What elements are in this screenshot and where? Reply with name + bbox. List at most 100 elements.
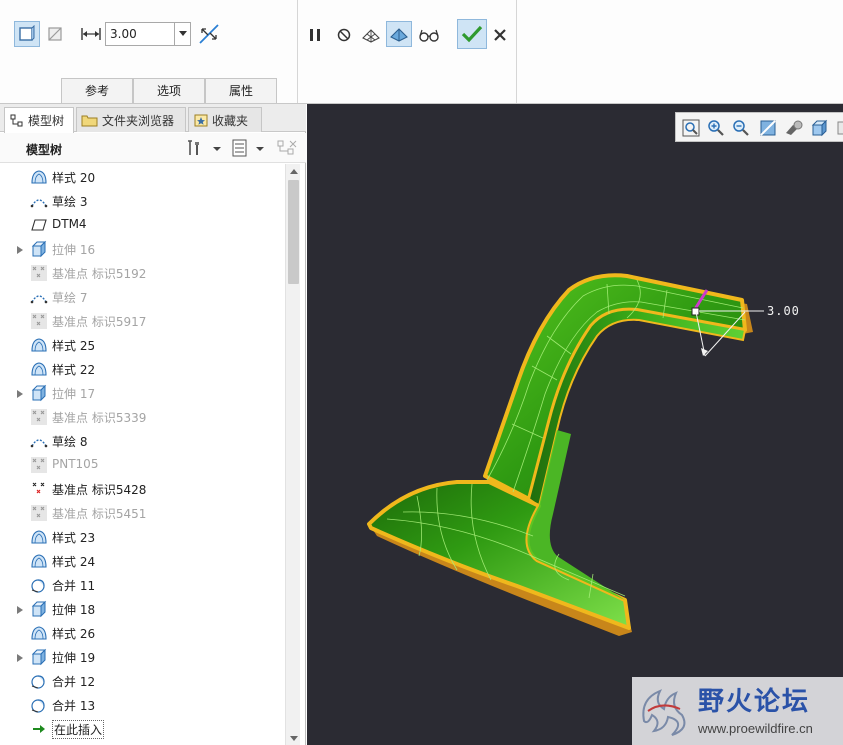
- insert-here-marker[interactable]: 在此插入: [0, 717, 284, 741]
- tree-item-label: 样式 20: [52, 171, 96, 185]
- style-icon: [30, 168, 48, 186]
- flip-direction-icon: [199, 24, 219, 44]
- watermark-url: www.proewildfire.cn: [698, 721, 813, 736]
- tree-item[interactable]: DTM4: [0, 213, 284, 237]
- tree-item[interactable]: 合并 11: [0, 573, 284, 597]
- tree-item-label: 草绘 3: [52, 195, 88, 209]
- expand-arrow-icon[interactable]: [16, 388, 24, 398]
- tree-item[interactable]: 草绘 3: [0, 189, 284, 213]
- tree-item[interactable]: 合并 13: [0, 693, 284, 717]
- tree-item[interactable]: 基准点 标识5428: [0, 477, 284, 501]
- style-icon: [30, 624, 48, 642]
- tree-item-label: 合并 13: [52, 699, 96, 713]
- flip-direction-button[interactable]: [196, 21, 222, 47]
- solid-icon: [19, 25, 35, 41]
- tree-item-label: 样式 26: [52, 627, 96, 641]
- tree-settings-button[interactable]: [187, 139, 223, 157]
- tree-item[interactable]: 基准点 标识5451: [0, 501, 284, 525]
- tab-favorites[interactable]: 收藏夹: [188, 107, 262, 132]
- flame-logo-icon: [642, 689, 686, 736]
- tree-item[interactable]: 合并 12: [0, 669, 284, 693]
- tree-item[interactable]: 样式 23: [0, 525, 284, 549]
- tree-item-label: 合并 12: [52, 675, 96, 689]
- navigator-panel: 模型树 文件夹浏览器 收藏夹 模型树 样式 20 草绘 3 DTM4 拉伸 16…: [0, 104, 306, 745]
- tree-filter-button[interactable]: [276, 139, 298, 157]
- cancel-button[interactable]: [487, 22, 513, 48]
- tree-item[interactable]: 样式 25: [0, 333, 284, 357]
- tree-item[interactable]: 草绘 7: [0, 285, 284, 309]
- tools-icon: [188, 140, 221, 155]
- preview-mesh-icon: [362, 29, 380, 43]
- style-icon: [30, 336, 48, 354]
- tree-item[interactable]: 样式 20: [0, 165, 284, 189]
- watermark-logo: 野火论坛 www.proewildfire.cn: [632, 677, 843, 745]
- tree-scrollbar[interactable]: [285, 164, 300, 745]
- model-tree-icon: [10, 114, 23, 126]
- pause-button[interactable]: [302, 22, 328, 48]
- tab-favorites-label: 收藏夹: [212, 113, 249, 128]
- remove-material-button[interactable]: [42, 21, 68, 47]
- tree-item[interactable]: 草绘 8: [0, 429, 284, 453]
- tree-item-label: 基准点 标识5917: [52, 315, 147, 329]
- verify-preview-button[interactable]: [386, 21, 412, 47]
- tree-item[interactable]: 基准点 标识5917: [0, 309, 284, 333]
- thicken-dashboard: 参考 选项 属性: [0, 0, 843, 104]
- tree-item[interactable]: 基准点 标识5192: [0, 261, 284, 285]
- scroll-thumb[interactable]: [288, 180, 299, 284]
- thickness-dropdown-button[interactable]: [175, 22, 191, 46]
- tab-options[interactable]: 选项: [133, 78, 205, 103]
- tree-item-label: 拉伸 18: [52, 603, 96, 617]
- expand-arrow-icon[interactable]: [16, 604, 24, 614]
- thickness-input[interactable]: [105, 22, 175, 46]
- datum-plane-icon: [30, 216, 48, 234]
- tree-item[interactable]: 拉伸 17: [0, 381, 284, 405]
- tree-item-label: 草绘 7: [52, 291, 88, 305]
- tree-item-label: 拉伸 17: [52, 387, 96, 401]
- tree-show-button[interactable]: [231, 139, 267, 157]
- chevron-up-icon: [289, 168, 298, 174]
- scroll-down-button[interactable]: [286, 731, 301, 745]
- tab-model-tree-label: 模型树: [28, 114, 65, 128]
- remove-material-icon: [48, 27, 62, 41]
- expand-arrow-icon[interactable]: [16, 244, 24, 254]
- graphics-window[interactable]: 3.00 野火论坛 www.proewildfire.cn: [307, 104, 843, 745]
- tab-model-tree[interactable]: 模型树: [4, 107, 74, 133]
- expand-arrow-icon[interactable]: [16, 652, 24, 662]
- insert-here-icon: [30, 720, 48, 738]
- glasses-icon: [419, 29, 439, 42]
- separate-preview-button[interactable]: [358, 22, 384, 48]
- style-icon: [30, 528, 48, 546]
- no-preview-button[interactable]: [331, 22, 357, 48]
- chevron-down-icon: [178, 31, 187, 36]
- tree-item[interactable]: 基准点 标识5339: [0, 405, 284, 429]
- tree-item[interactable]: 拉伸 19: [0, 645, 284, 669]
- verify-mode-button[interactable]: [416, 22, 442, 48]
- datum-point-icon: [30, 312, 48, 330]
- sketch-icon: [30, 432, 48, 450]
- tree-item-label: 基准点 标识5339: [52, 411, 147, 425]
- tree-item-label: 拉伸 19: [52, 651, 96, 665]
- tree-item[interactable]: 样式 22: [0, 357, 284, 381]
- tab-references[interactable]: 参考: [61, 78, 133, 103]
- tree-item[interactable]: 拉伸 18: [0, 597, 284, 621]
- sketch-icon: [30, 192, 48, 210]
- datum-point-icon: [30, 264, 48, 282]
- drag-handle[interactable]: [691, 307, 700, 316]
- thicken-solid-button[interactable]: [14, 21, 40, 47]
- scroll-up-button[interactable]: [286, 164, 301, 178]
- tree-item[interactable]: 样式 26: [0, 621, 284, 645]
- close-icon: [494, 29, 506, 41]
- thicken-model-preview[interactable]: 3.00: [307, 104, 843, 745]
- ok-button[interactable]: [457, 19, 487, 49]
- tab-folder-browser-label: 文件夹浏览器: [102, 113, 175, 128]
- dimension-value[interactable]: 3.00: [767, 304, 800, 318]
- tree-item[interactable]: 样式 24: [0, 549, 284, 573]
- tab-folder-browser[interactable]: 文件夹浏览器: [76, 107, 186, 132]
- tab-properties[interactable]: 属性: [205, 78, 277, 103]
- merge-icon: [30, 576, 48, 594]
- pause-icon: [310, 29, 320, 41]
- tree-item[interactable]: 拉伸 16: [0, 237, 284, 261]
- tree-item-label: 基准点 标识5451: [52, 507, 147, 521]
- tree-item[interactable]: PNT105: [0, 453, 284, 477]
- datum-point-icon: [30, 408, 48, 426]
